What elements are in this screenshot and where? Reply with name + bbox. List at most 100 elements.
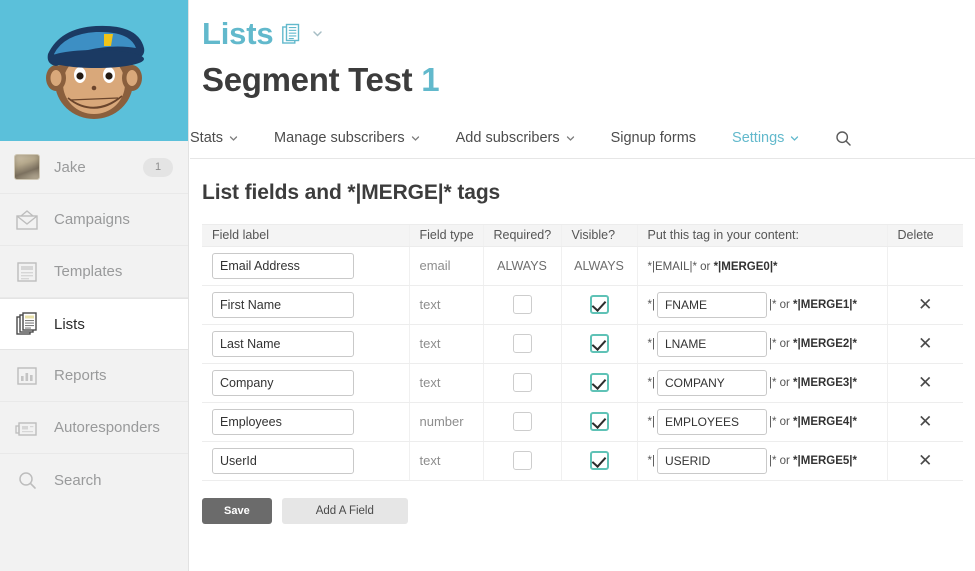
table-row: text *| |* or *|MERGE3|* xyxy=(202,363,963,403)
cell-field-type: text xyxy=(408,441,483,481)
cell-field-type: text xyxy=(408,363,483,403)
visible-checkbox[interactable] xyxy=(589,373,609,393)
tab-label: Add subscribers xyxy=(455,130,560,147)
merge-tag-group: *| |* or *|MERGE3|* xyxy=(647,369,887,396)
field-label-input[interactable] xyxy=(212,291,354,318)
tab-signup-forms[interactable]: Signup forms xyxy=(611,130,714,146)
table-row: number *| |* or *|MERGE4|* xyxy=(202,402,963,442)
main-content: Lists Segment Test 1 Stats Manage subscr… xyxy=(189,0,975,571)
tab-bar: Stats Manage subscribers Add subscribers… xyxy=(190,119,975,159)
tab-stats[interactable]: Stats xyxy=(190,130,256,146)
field-label-input[interactable] xyxy=(212,447,354,474)
chevron-down-icon[interactable] xyxy=(312,28,323,39)
sidebar-item-campaigns[interactable]: Campaigns xyxy=(0,194,188,246)
merge-tag-prefix: *| xyxy=(647,454,655,467)
merge-tag-input[interactable] xyxy=(656,408,767,435)
cell-visible xyxy=(560,324,637,364)
sidebar-item-jake[interactable]: Jake 1 xyxy=(0,141,188,194)
tab-label: Settings xyxy=(732,130,785,147)
visible-always-label: ALWAYS xyxy=(574,259,624,274)
column-header-field-label: Field label xyxy=(202,223,409,247)
sidebar-item-search[interactable]: Search xyxy=(0,454,188,506)
cell-field-label xyxy=(202,324,409,364)
merge-tag-prefix: *| xyxy=(647,376,655,389)
bar-chart-icon xyxy=(17,366,37,385)
field-label-input[interactable] xyxy=(212,369,354,396)
delete-field-button[interactable]: ✕ xyxy=(918,296,932,313)
cell-field-label xyxy=(202,441,409,481)
save-button[interactable]: Save xyxy=(202,497,272,524)
sidebar-item-label: Search xyxy=(54,471,102,489)
breadcrumb-lists-link[interactable]: Lists xyxy=(202,18,274,49)
cell-delete: ✕ xyxy=(886,441,963,481)
tab-label: Stats xyxy=(190,130,224,147)
sidebar-item-label: Lists xyxy=(54,315,85,333)
tab-label: Manage subscribers xyxy=(274,130,405,147)
tab-label: Signup forms xyxy=(610,130,697,147)
app-root: Jake 1 Campaigns Templates Lists Reports… xyxy=(0,0,975,571)
table-header-row: Field label Field type Required? Visible… xyxy=(202,223,963,247)
lists-icon[interactable] xyxy=(282,22,303,46)
sidebar-item-label: Campaigns xyxy=(54,211,130,228)
visible-checkbox[interactable] xyxy=(589,334,609,354)
sidebar-item-reports[interactable]: Reports xyxy=(0,350,188,402)
merge-tag-input[interactable] xyxy=(656,447,767,474)
field-label-input[interactable] xyxy=(212,252,354,279)
sidebar-item-lists[interactable]: Lists xyxy=(0,298,188,350)
cell-merge-tag: *| |* or *|MERGE3|* xyxy=(636,363,887,403)
mailchimp-freddie-logo xyxy=(46,25,145,119)
search-icon xyxy=(19,472,36,489)
cell-merge-tag: *| |* or *|MERGE4|* xyxy=(636,402,887,442)
cell-required xyxy=(482,285,561,325)
required-checkbox[interactable] xyxy=(512,334,532,354)
merge-tag-group: *| |* or *|MERGE4|* xyxy=(647,408,887,435)
cell-field-label xyxy=(202,246,409,286)
table-head: Field label Field type Required? Visible… xyxy=(202,223,963,247)
cell-required xyxy=(482,402,561,442)
avatar xyxy=(14,154,40,180)
merge-tag-static: *|EMAIL|* or *|MERGE0|* xyxy=(647,261,778,274)
merge-tag-prefix: *| xyxy=(647,415,655,428)
merge-tag-suffix: |* or *|MERGE3|* xyxy=(768,376,857,389)
cell-visible xyxy=(560,363,637,403)
lists-icon xyxy=(16,312,37,335)
merge-tag-prefix: *| xyxy=(647,298,655,311)
field-label-input[interactable] xyxy=(212,408,354,435)
delete-field-button[interactable]: ✕ xyxy=(918,452,932,469)
merge-tag-input[interactable] xyxy=(656,369,767,396)
required-checkbox[interactable] xyxy=(512,451,532,471)
tab-settings[interactable]: Settings xyxy=(732,130,817,146)
visible-checkbox[interactable] xyxy=(589,451,609,471)
tab-search-button[interactable] xyxy=(835,130,852,147)
required-checkbox[interactable] xyxy=(512,412,532,432)
sidebar: Jake 1 Campaigns Templates Lists Reports… xyxy=(0,0,189,571)
chevron-down-icon xyxy=(229,136,238,141)
tab-add-subscribers[interactable]: Add subscribers xyxy=(456,130,593,146)
list-fields-table: Field label Field type Required? Visible… xyxy=(202,223,963,481)
page-title-text: Segment Test xyxy=(202,61,413,98)
field-label-input[interactable] xyxy=(212,330,354,357)
sidebar-item-autoresponders[interactable]: Autoresponders xyxy=(0,402,188,454)
add-a-field-button[interactable]: Add A Field xyxy=(281,497,408,524)
template-icon xyxy=(17,261,37,282)
table-row: text *| |* or *|MERGE2|* xyxy=(202,324,963,364)
merge-tag-input[interactable] xyxy=(656,291,767,318)
tab-manage-subscribers[interactable]: Manage subscribers xyxy=(274,130,438,146)
required-checkbox[interactable] xyxy=(512,295,532,315)
merge-tag-prefix: *| xyxy=(647,337,655,350)
visible-checkbox[interactable] xyxy=(589,295,609,315)
delete-field-button[interactable]: ✕ xyxy=(918,335,932,352)
sidebar-item-label: Autoresponders xyxy=(54,419,160,436)
required-checkbox[interactable] xyxy=(512,373,532,393)
sidebar-item-label: Reports xyxy=(54,367,107,384)
cell-field-type: text xyxy=(408,324,483,364)
cell-required xyxy=(482,441,561,481)
sidebar-item-templates[interactable]: Templates xyxy=(0,246,188,298)
merge-tag-input[interactable] xyxy=(656,330,767,357)
delete-field-button[interactable]: ✕ xyxy=(918,413,932,430)
merge-tag-group: *| |* or *|MERGE5|* xyxy=(647,447,887,474)
delete-field-button[interactable]: ✕ xyxy=(918,374,932,391)
visible-checkbox[interactable] xyxy=(589,412,609,432)
cell-field-type: text xyxy=(408,285,483,325)
merge-tag-group: *| |* or *|MERGE1|* xyxy=(647,291,887,318)
